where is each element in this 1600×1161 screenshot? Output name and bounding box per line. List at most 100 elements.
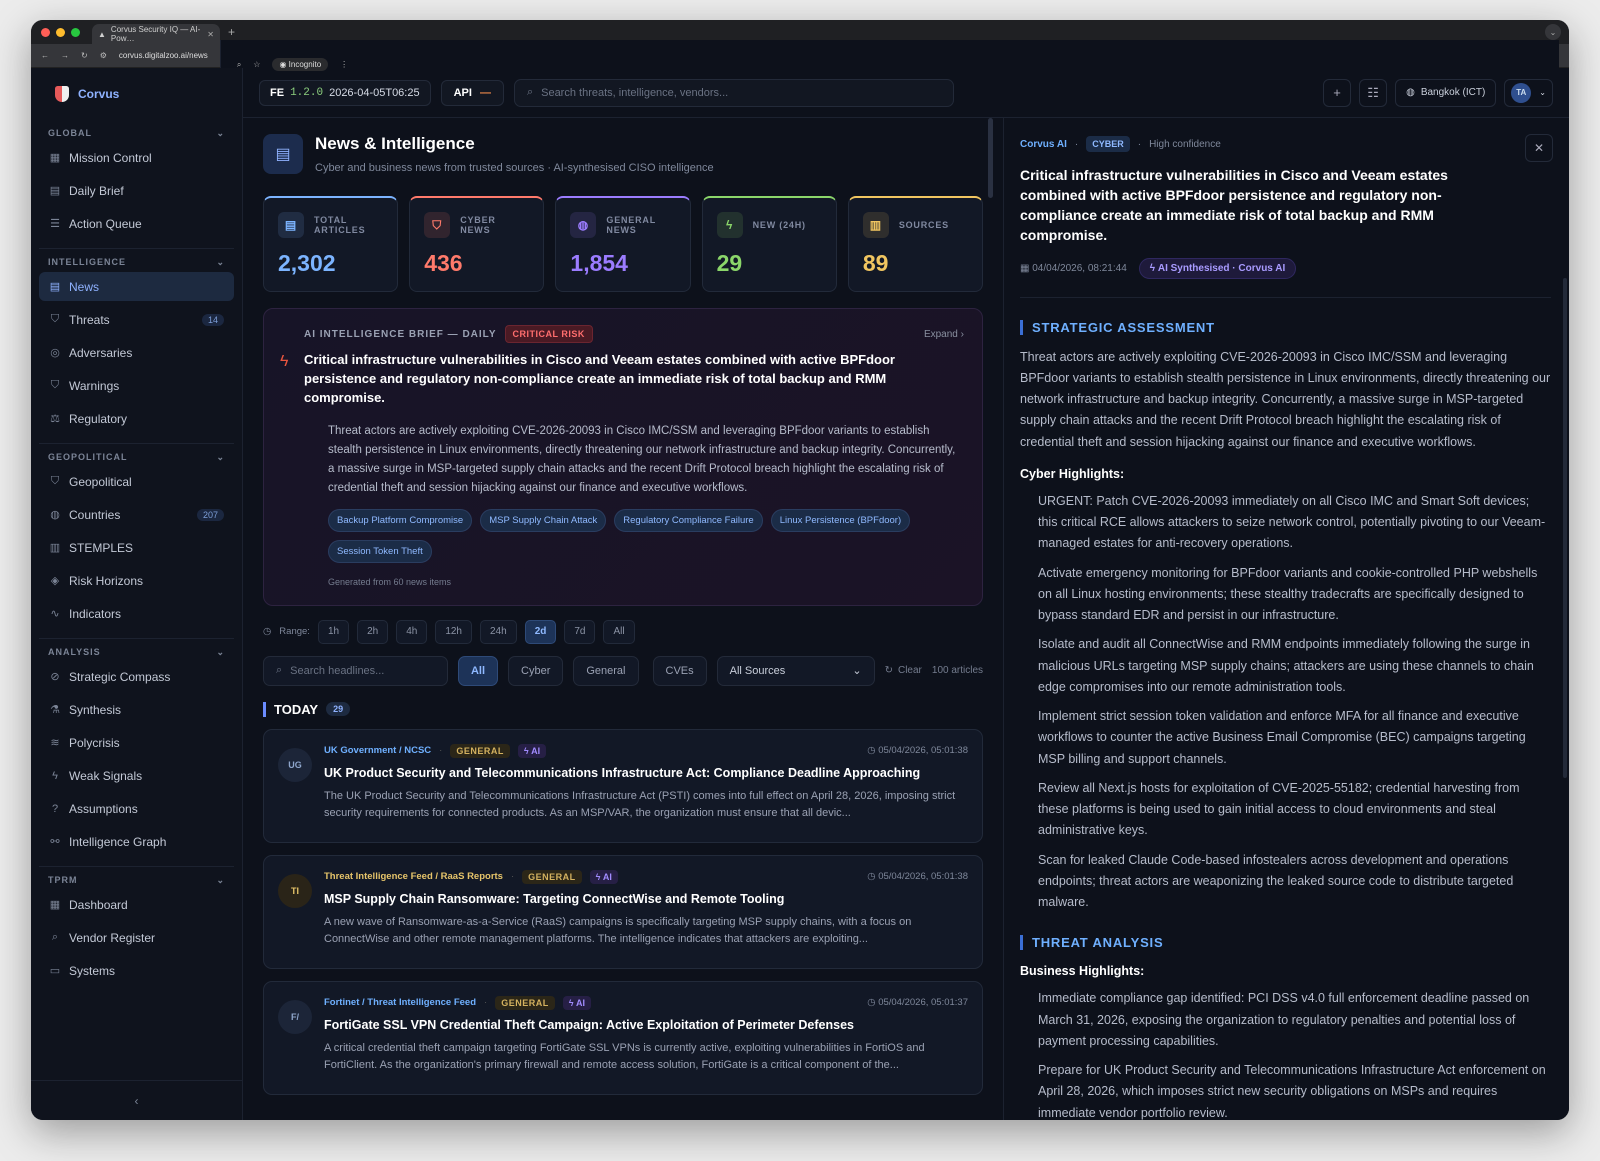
expand-button[interactable]: Expand ›	[924, 329, 964, 340]
sidebar-item-weak-signals[interactable]: ϟ Weak Signals	[39, 761, 234, 790]
filter-all[interactable]: All	[457, 655, 499, 686]
sidebar-item-assumptions[interactable]: ? Assumptions	[39, 794, 234, 823]
back-icon[interactable]: ←	[41, 51, 49, 60]
sidebar-item-dashboard[interactable]: ▦ Dashboard	[39, 890, 234, 919]
forward-icon[interactable]: →	[61, 51, 69, 60]
nav-section-title: ANALYSIS	[48, 647, 101, 657]
timezone-selector[interactable]: ◍ Bangkok (ICT)	[1395, 78, 1497, 107]
collapse-sidebar-button[interactable]: ‹	[31, 1080, 242, 1120]
headline-search-input[interactable]: ⌕ Search headlines...	[263, 655, 448, 686]
scrollbar[interactable]	[988, 118, 993, 198]
sidebar-item-polycrisis[interactable]: ≋ Polycrisis	[39, 728, 234, 757]
browser-tab[interactable]: ▲ Corvus Security IQ — AI-Pow… ✕	[92, 24, 220, 44]
range-option-2d[interactable]: 2d	[524, 619, 557, 644]
add-button[interactable]: +	[1323, 78, 1352, 107]
url-field[interactable]: corvus.digitalzoo.ai/news	[119, 51, 208, 60]
sidebar-item-systems[interactable]: ▭ Systems	[39, 956, 234, 985]
range-option-2h[interactable]: 2h	[357, 619, 389, 644]
close-window-button[interactable]	[41, 27, 50, 37]
sidebar-item-daily-brief[interactable]: ▤ Daily Brief	[39, 176, 234, 205]
article-source[interactable]: Fortinet / Threat Intelligence Feed	[324, 997, 476, 1008]
source-select[interactable]: All Sources ⌄	[716, 655, 875, 686]
chevron-left-icon: ‹	[134, 1093, 139, 1108]
close-tab-icon[interactable]: ✕	[207, 30, 214, 39]
range-option-4h[interactable]: 4h	[396, 619, 428, 644]
brief-tag[interactable]: MSP Supply Chain Attack	[480, 508, 607, 532]
grid-icon: ▦	[49, 152, 61, 164]
filter-cyber[interactable]: Cyber	[508, 655, 564, 686]
app-logo[interactable]: Corvus	[39, 86, 234, 120]
search-icon: ⌕	[526, 86, 534, 98]
detail-source: Corvus AI	[1020, 138, 1067, 150]
sidebar-item-indicators[interactable]: ∿ Indicators	[39, 599, 234, 628]
ai-label: AI	[575, 997, 585, 1008]
sidebar-item-stemples[interactable]: ▥ STEMPLES	[39, 533, 234, 562]
filter-cves[interactable]: CVEs	[652, 655, 707, 686]
minimize-window-button[interactable]	[56, 27, 65, 37]
sidebar-item-label: Geopolitical	[69, 474, 132, 489]
brief-tag[interactable]: Session Token Theft	[328, 539, 432, 563]
site-info-icon[interactable]: ⚙	[100, 51, 107, 60]
nav-section-header[interactable]: INTELLIGENCE ⌄	[39, 257, 234, 268]
maximize-window-button[interactable]	[71, 27, 80, 37]
close-detail-button[interactable]: ✕	[1525, 134, 1553, 162]
article-card[interactable]: TI Threat Intelligence Feed / RaaS Report…	[263, 854, 983, 969]
new-tab-button[interactable]: +	[228, 25, 235, 39]
brief-tag[interactable]: Linux Persistence (BPFdoor)	[770, 508, 911, 532]
shield-icon: ⛉	[50, 475, 60, 487]
filter-general[interactable]: General	[573, 655, 639, 686]
article-card[interactable]: F/Fortinet / Threat Intelligence Feed · GE…	[263, 980, 983, 1095]
api-status-badge[interactable]: API —	[440, 79, 504, 106]
detail-scrollbar[interactable]	[1563, 278, 1567, 778]
sidebar-item-synthesis[interactable]: ⚗ Synthesis	[39, 695, 234, 724]
expand-label: Expand	[923, 328, 958, 340]
article-card[interactable]: UG UK Government / NCSC · GENERAL ϟ AI ◷ 05/0…	[263, 728, 983, 843]
threat-heading: THREAT ANALYSIS	[1020, 935, 1551, 951]
range-label: Range:	[279, 626, 310, 638]
range-option-12h[interactable]: 12h	[435, 619, 472, 644]
range-option-1h[interactable]: 1h	[317, 619, 350, 644]
article-source[interactable]: Threat Intelligence Feed / RaaS Reports	[324, 871, 503, 882]
layers-icon: ◈	[50, 575, 60, 587]
range-option-24h[interactable]: 24h	[480, 619, 517, 644]
sidebar-item-intelligence-graph[interactable]: ⚯ Intelligence Graph	[39, 827, 234, 856]
brief-tag[interactable]: Backup Platform Compromise	[328, 508, 473, 532]
sidebar-item-action-queue[interactable]: ☰ Action Queue	[39, 209, 234, 238]
tab-list-button[interactable]: ⌄	[1545, 24, 1561, 40]
nav-section-header[interactable]: GEOPOLITICAL ⌄	[39, 452, 234, 463]
clear-filters-button[interactable]: ↻ Clear	[885, 665, 922, 676]
sidebar-item-vendor-register[interactable]: ⌕ Vendor Register	[39, 923, 234, 952]
sidebar-item-geopolitical[interactable]: ⛉ Geopolitical	[39, 467, 234, 496]
nav-section-header[interactable]: ANALYSIS ⌄	[39, 647, 234, 658]
article-source[interactable]: UK Government / NCSC	[324, 745, 431, 756]
range-option-all[interactable]: All	[603, 619, 635, 644]
settings-sliders-button[interactable]: ☷	[1359, 78, 1388, 107]
sidebar-item-threats[interactable]: ⛉ Threats 14	[39, 305, 234, 334]
sidebar-item-adversaries[interactable]: ◎ Adversaries	[39, 338, 234, 367]
app: Corvus GLOBAL ⌄ ▦ Mission Control ▤ Daily Bri…	[31, 68, 1569, 1120]
reload-icon[interactable]: ↻	[81, 51, 88, 60]
article-list: UG UK Government / NCSC · GENERAL ϟ AI ◷ 05/0…	[263, 728, 983, 1095]
global-search-input[interactable]: ⌕ Search threats, intelligence, vendors.…	[513, 78, 954, 107]
nav-section: GEOPOLITICAL ⌄ ⛉ Geopolitical ◍ Countries 207 ▥…	[39, 452, 234, 639]
user-menu[interactable]: TA ⌄	[1504, 78, 1553, 107]
document-icon: ▤	[49, 185, 61, 197]
sidebar-item-warnings[interactable]: ⛉ Warnings	[39, 371, 234, 400]
sidebar-item-strategic-compass[interactable]: ⊘ Strategic Compass	[39, 662, 234, 691]
sidebar-item-regulatory[interactable]: ⚖ Regulatory	[39, 404, 234, 433]
article-title[interactable]: FortiGate SSL VPN Credential Theft Campa…	[324, 1018, 968, 1032]
page-subtitle: Cyber and business news from trusted sou…	[315, 162, 714, 174]
sidebar-item-countries[interactable]: ◍ Countries 207	[39, 500, 234, 529]
refresh-icon: ↻	[884, 665, 893, 677]
article-title[interactable]: MSP Supply Chain Ransomware: Targeting C…	[324, 892, 968, 906]
range-option-7d[interactable]: 7d	[564, 619, 596, 644]
sidebar-item-mission-control[interactable]: ▦ Mission Control	[39, 143, 234, 172]
sidebar-item-risk-horizons[interactable]: ◈ Risk Horizons	[39, 566, 234, 595]
nav-section-header[interactable]: GLOBAL ⌄	[39, 128, 234, 139]
ai-brief-card[interactable]: ϟ AI INTELLIGENCE BRIEF — DAILY CRITICAL…	[263, 308, 983, 606]
article-title[interactable]: UK Product Security and Telecommunicatio…	[324, 766, 968, 780]
sidebar-item-news[interactable]: ▤ News	[39, 272, 234, 301]
article-meta: Threat Intelligence Feed / RaaS Reports ·…	[324, 869, 968, 884]
nav-section-header[interactable]: TPRM ⌄	[39, 875, 234, 886]
brief-tag[interactable]: Regulatory Compliance Failure	[614, 508, 763, 532]
